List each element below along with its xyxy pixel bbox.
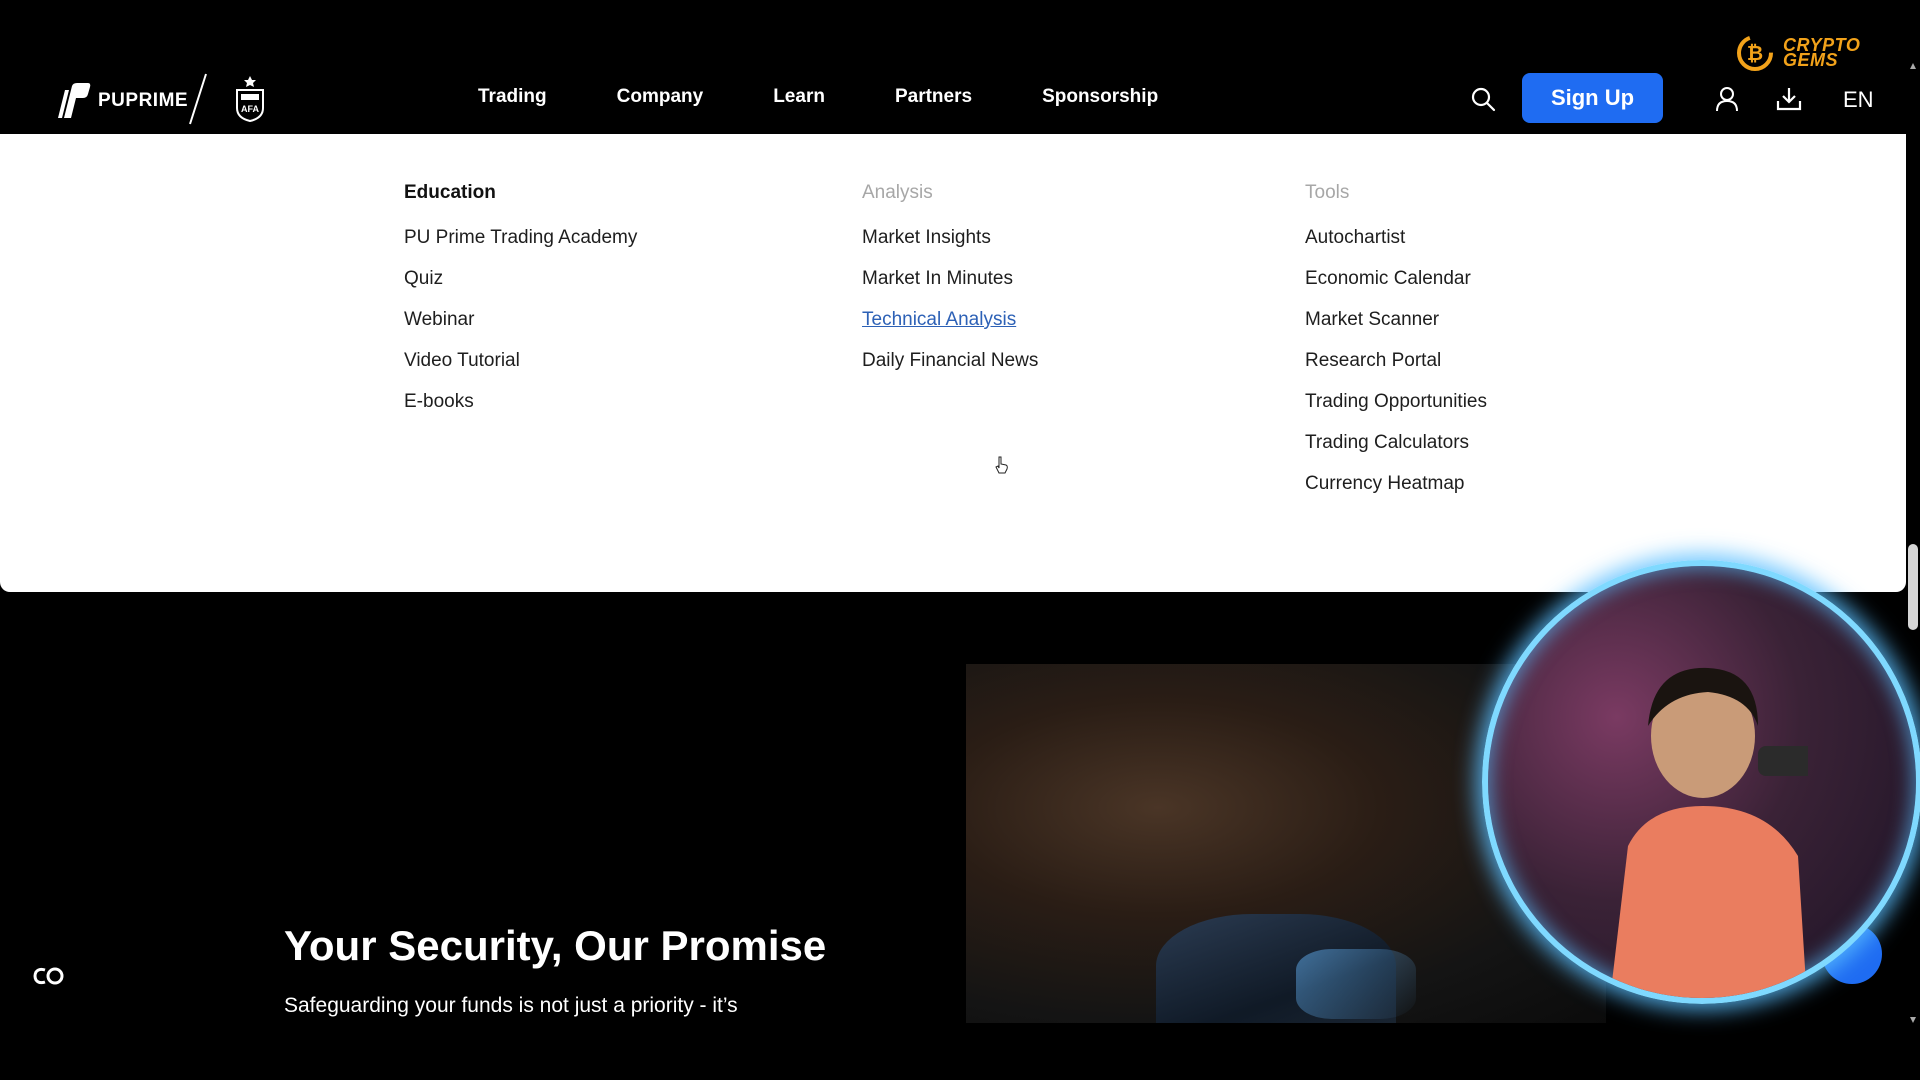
logo-divider [189,73,207,125]
tools-column: Tools Autochartist Economic Calendar Mar… [1305,182,1487,511]
menu-item-technical-analysis[interactable]: Technical Analysis [862,306,1038,347]
menu-item-market-in-minutes[interactable]: Market In Minutes [862,265,1038,306]
sign-up-button[interactable]: Sign Up [1522,73,1663,123]
download-icon[interactable] [1776,87,1802,111]
tools-heading: Tools [1305,182,1350,203]
hero-title: Your Security, Our Promise [284,922,827,969]
page-scrollbar[interactable] [1906,60,1920,1030]
learn-dropdown-menu: Education PU Prime Trading Academy Quiz … [0,134,1906,592]
afa-crest-icon: AFA [236,76,264,122]
menu-item-trading-academy[interactable]: PU Prime Trading Academy [404,224,637,265]
menu-item-ebooks[interactable]: E-books [404,388,637,429]
menu-item-webinar[interactable]: Webinar [404,306,637,347]
crypto-logo-line2: GEMS [1783,50,1839,70]
streamer-webcam [1482,560,1920,1004]
menu-item-autochartist[interactable]: Autochartist [1305,224,1487,265]
menu-item-research-portal[interactable]: Research Portal [1305,347,1487,388]
education-heading: Education [404,182,496,203]
menu-item-market-insights[interactable]: Market Insights [862,224,1038,265]
menu-item-daily-financial-news[interactable]: Daily Financial News [862,347,1038,388]
nav-partners[interactable]: Partners [895,86,972,108]
menu-item-economic-calendar[interactable]: Economic Calendar [1305,265,1487,306]
nav-company[interactable]: Company [617,86,704,108]
crypto-gems-coin-icon: ₿ [1737,35,1773,71]
scroll-up-arrow-icon[interactable] [1909,62,1917,70]
analysis-column: Analysis Market Insights Market In Minut… [862,182,1038,388]
nav-learn[interactable]: Learn [773,86,825,108]
main-nav: Trading Company Learn Partners Sponsorsh… [478,86,1228,108]
language-selector[interactable]: EN [1843,87,1874,113]
menu-item-currency-heatmap[interactable]: Currency Heatmap [1305,470,1487,511]
puprime-logo-mark-icon [56,82,92,120]
menu-item-trading-calculators[interactable]: Trading Calculators [1305,429,1487,470]
menu-item-quiz[interactable]: Quiz [404,265,637,306]
hero-subtitle: Safeguarding your funds is not just a pr… [284,994,738,1017]
education-column: Education PU Prime Trading Academy Quiz … [404,182,637,429]
hand-cursor-icon [995,456,1008,474]
menu-item-video-tutorial[interactable]: Video Tutorial [404,347,637,388]
puprime-logo[interactable]: PUPRIME [56,82,188,120]
menu-item-market-scanner[interactable]: Market Scanner [1305,306,1487,347]
nav-sponsorship[interactable]: Sponsorship [1042,86,1158,108]
closed-captions-icon[interactable] [30,964,66,988]
screen-reflection [1296,949,1416,1019]
site-header: PUPRIME AFA Trading Company Learn Partne… [0,0,1920,134]
nav-trading[interactable]: Trading [478,86,547,108]
scrollbar-thumb[interactable] [1908,544,1918,630]
streamer-figure [1610,667,1808,998]
svg-text:₿: ₿ [1747,43,1763,65]
scroll-down-arrow-icon[interactable] [1909,1016,1917,1024]
svg-text:AFA: AFA [241,104,260,114]
analysis-heading: Analysis [862,182,933,203]
menu-item-trading-opportunities[interactable]: Trading Opportunities [1305,388,1487,429]
brand-name: PUPRIME [98,90,189,111]
user-account-icon[interactable] [1715,86,1739,112]
search-icon[interactable] [1470,86,1496,112]
crypto-gems-overlay-logo: ₿ CRYPTO GEMS [1733,33,1860,73]
